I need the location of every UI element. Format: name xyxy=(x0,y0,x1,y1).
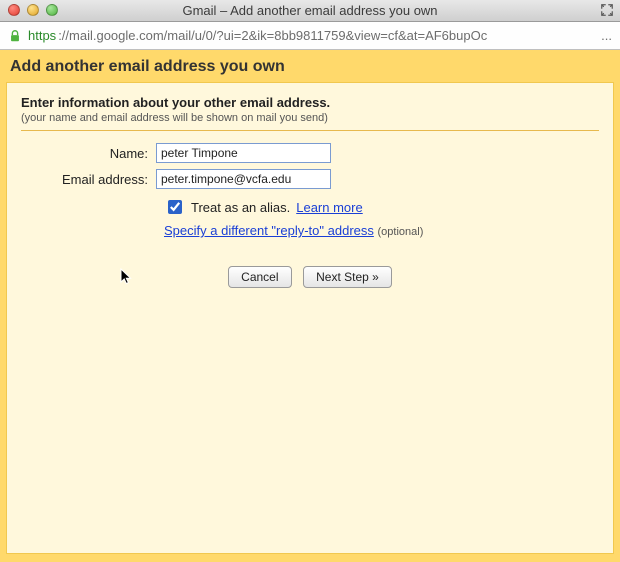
alias-label: Treat as an alias. xyxy=(191,200,290,215)
page-header: Add another email address you own xyxy=(0,50,620,82)
email-row: Email address: xyxy=(21,169,599,189)
url-truncation-ellipsis: ... xyxy=(601,28,612,43)
content-panel: Enter information about your other email… xyxy=(6,82,614,554)
window-close-button[interactable] xyxy=(8,4,20,16)
expand-icon[interactable] xyxy=(600,3,614,17)
section-title: Enter information about your other email… xyxy=(21,95,599,110)
url-scheme: https xyxy=(28,28,56,43)
email-label: Email address: xyxy=(21,172,156,187)
divider xyxy=(21,130,599,131)
window-titlebar: Gmail – Add another email address you ow… xyxy=(0,0,620,22)
alias-checkbox[interactable] xyxy=(168,200,182,214)
learn-more-link[interactable]: Learn more xyxy=(296,200,362,215)
button-row: Cancel Next Step » xyxy=(21,266,599,288)
optional-label: (optional) xyxy=(378,226,424,238)
url-path: ://mail.google.com/mail/u/0/?ui=2&ik=8bb… xyxy=(58,28,595,43)
alias-row: Treat as an alias. Learn more xyxy=(164,197,599,217)
window-zoom-button[interactable] xyxy=(46,4,58,16)
email-input[interactable] xyxy=(156,169,331,189)
cancel-button[interactable]: Cancel xyxy=(228,266,291,288)
address-bar[interactable]: https ://mail.google.com/mail/u/0/?ui=2&… xyxy=(0,22,620,50)
window-controls xyxy=(8,4,58,16)
replyto-link[interactable]: Specify a different "reply-to" address xyxy=(164,223,374,238)
page-body: Add another email address you own Enter … xyxy=(0,50,620,562)
window-minimize-button[interactable] xyxy=(27,4,39,16)
section-subtitle: (your name and email address will be sho… xyxy=(21,112,599,124)
name-row: Name: xyxy=(21,143,599,163)
replyto-row: Specify a different "reply-to" address (… xyxy=(164,223,599,238)
page-title: Add another email address you own xyxy=(10,58,610,76)
next-step-button[interactable]: Next Step » xyxy=(303,266,392,288)
name-label: Name: xyxy=(21,146,156,161)
window-title: Gmail – Add another email address you ow… xyxy=(0,3,620,18)
name-input[interactable] xyxy=(156,143,331,163)
lock-icon xyxy=(8,29,22,43)
